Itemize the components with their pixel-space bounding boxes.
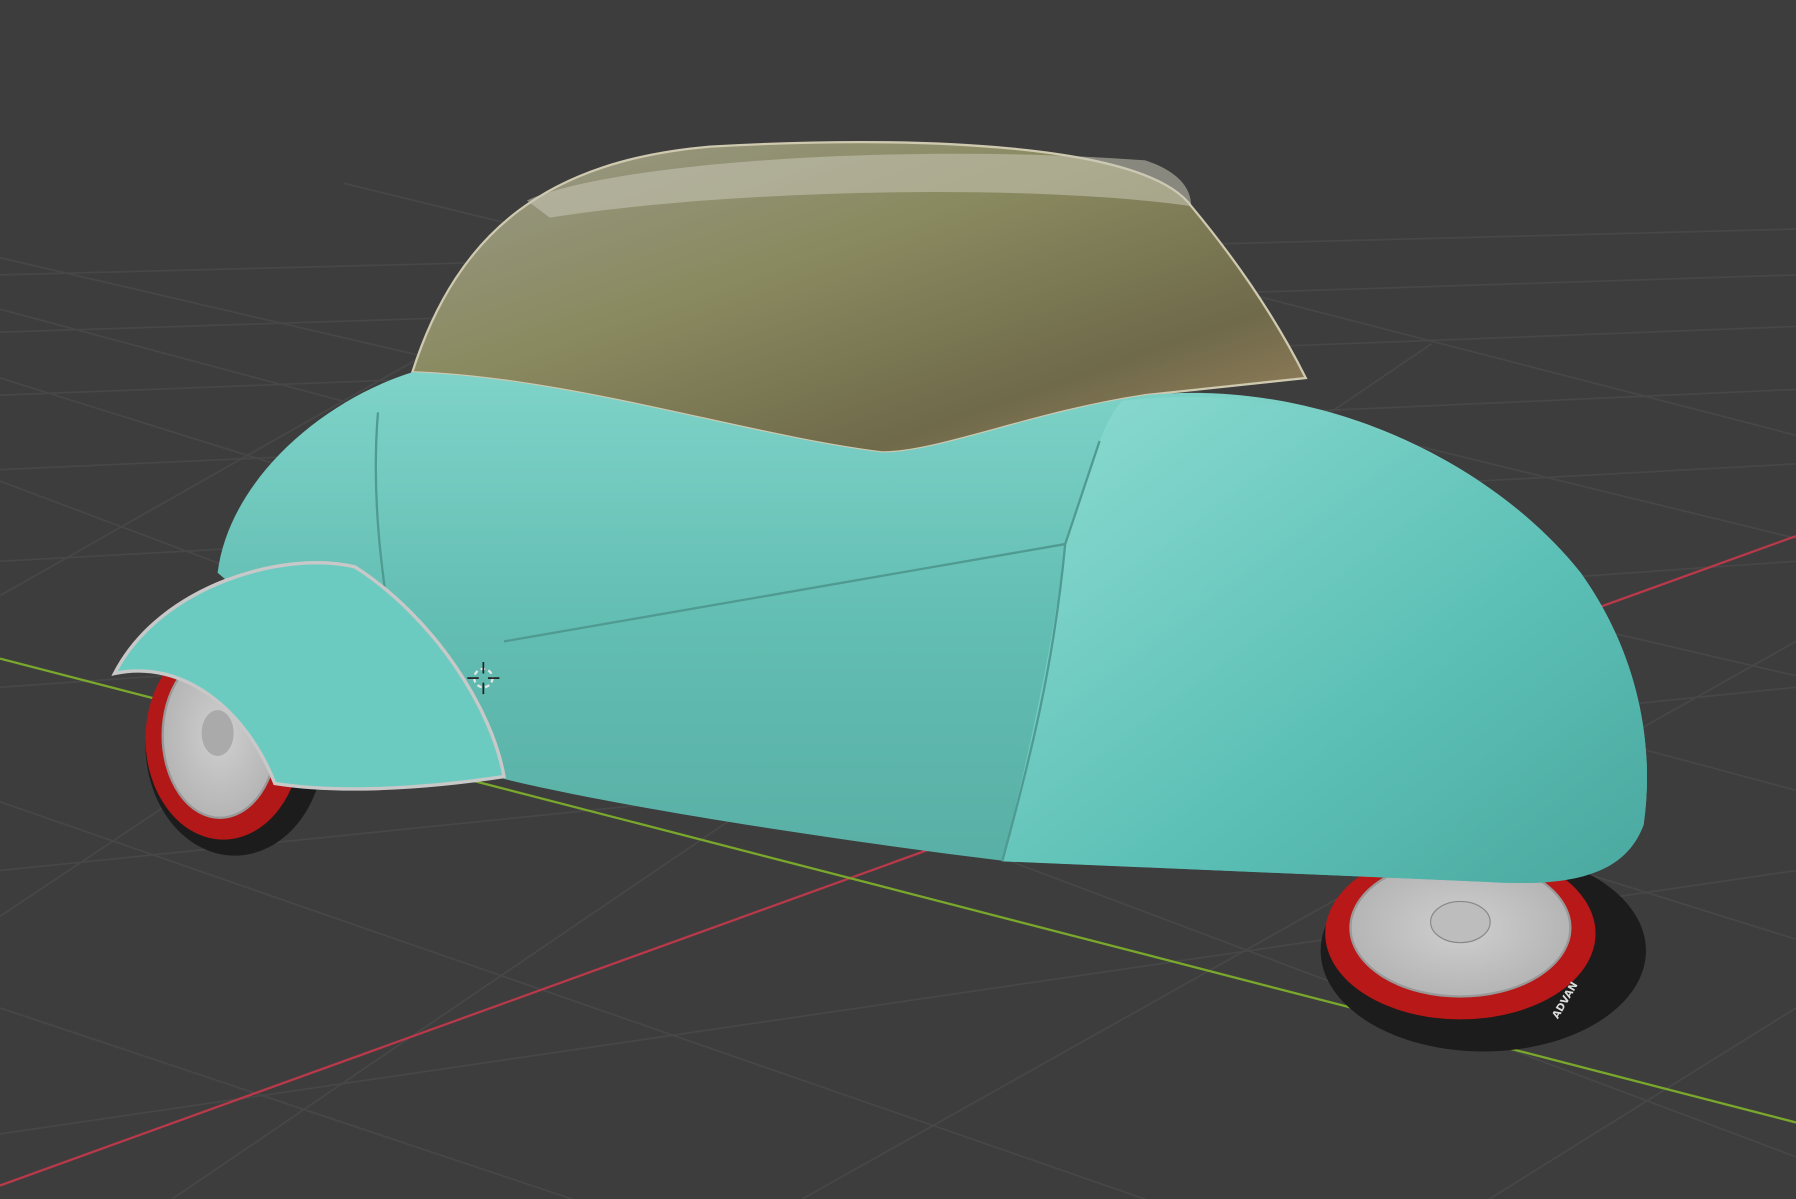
3d-viewport[interactable]: ADVAN (0, 0, 1796, 1199)
viewport-canvas[interactable]: ADVAN (0, 0, 1796, 1199)
car-nose (1002, 396, 1647, 884)
